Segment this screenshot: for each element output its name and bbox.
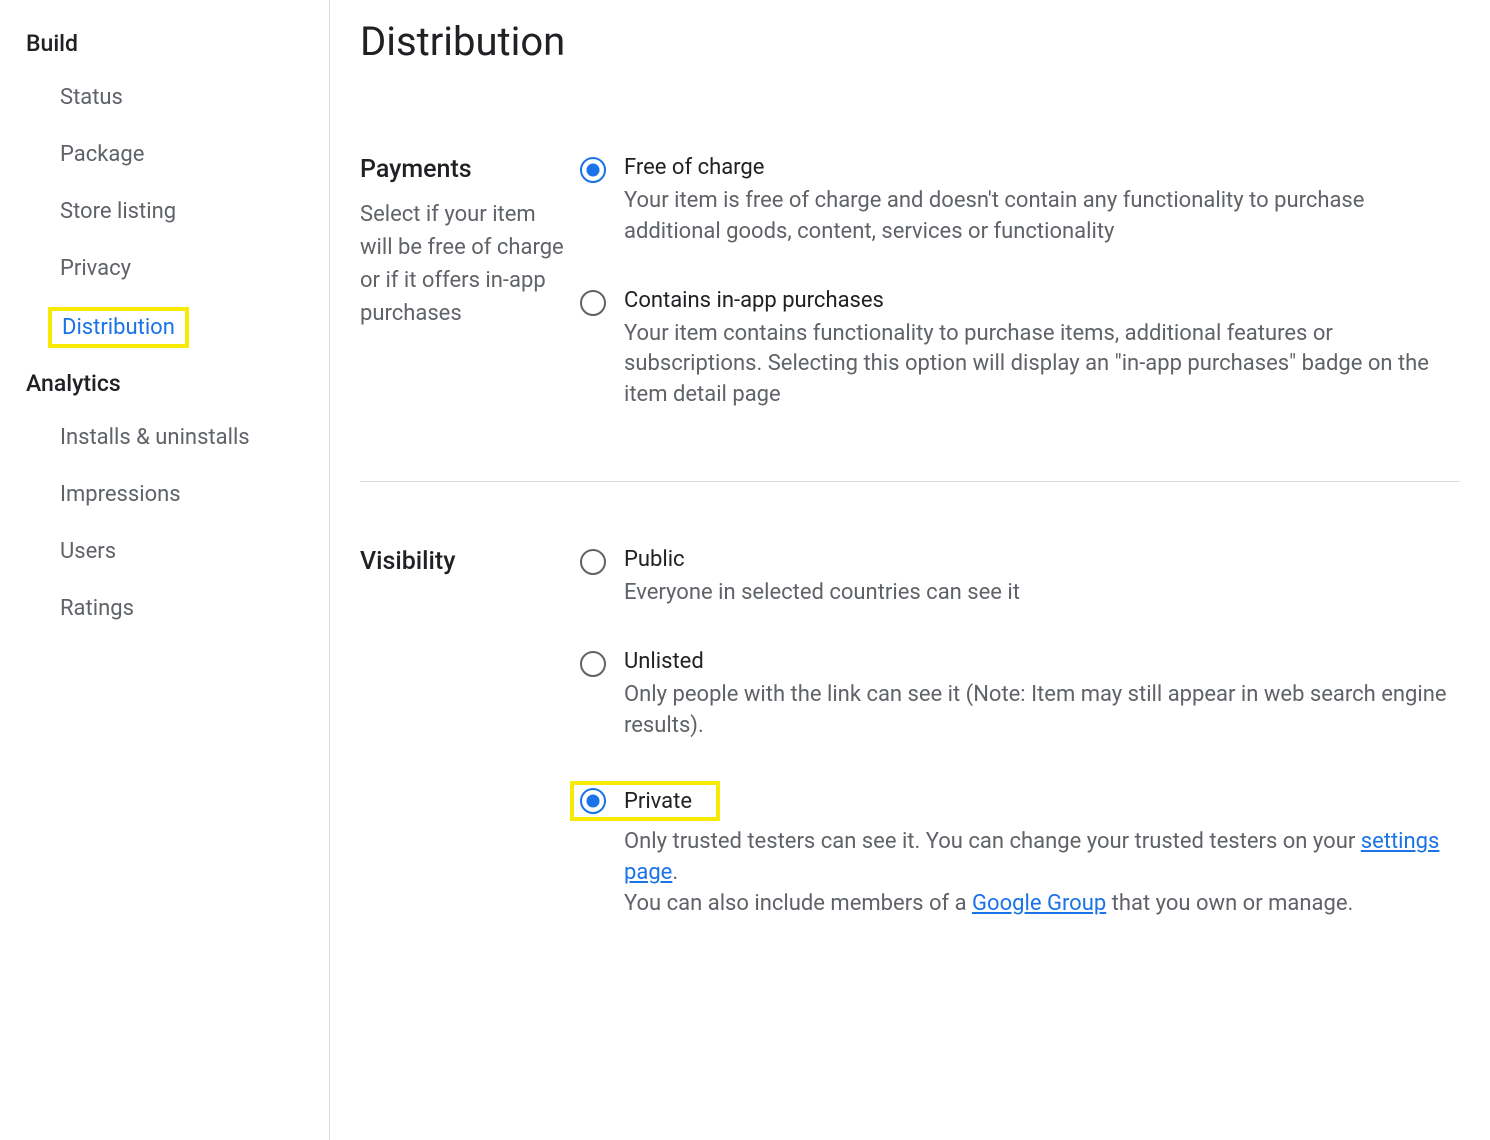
page-title: Distribution: [360, 18, 1460, 65]
radio-public[interactable]: [580, 549, 606, 575]
highlight-private: Private: [570, 781, 720, 821]
radio-private[interactable]: [580, 788, 606, 814]
visibility-title: Visibility: [360, 547, 570, 576]
option-content-unlisted: Unlisted Only people with the link can s…: [624, 649, 1460, 742]
google-group-link[interactable]: Google Group: [972, 891, 1106, 916]
private-desc-line2-pre: You can also include members of a: [624, 891, 972, 916]
option-desc-public: Everyone in selected countries can see i…: [624, 578, 1460, 609]
section-payments-left: Payments Select if your item will be fre…: [360, 155, 580, 411]
sidebar-item-status[interactable]: Status: [20, 69, 319, 126]
sidebar-item-impressions[interactable]: Impressions: [20, 466, 319, 523]
radio-free[interactable]: [580, 157, 606, 183]
visibility-option-public[interactable]: Public Everyone in selected countries ca…: [580, 547, 1460, 609]
sidebar-item-package[interactable]: Package: [20, 126, 319, 183]
visibility-option-private[interactable]: Private Only trusted testers can see it.…: [580, 781, 1460, 919]
sidebar: Build Status Package Store listing Priva…: [0, 0, 330, 1140]
main-content: Distribution Payments Select if your ite…: [330, 0, 1490, 1140]
section-visibility: Visibility Public Everyone in selected c…: [360, 481, 1460, 990]
sidebar-item-ratings[interactable]: Ratings: [20, 580, 319, 637]
sidebar-item-privacy[interactable]: Privacy: [20, 240, 319, 297]
option-content-free: Free of charge Your item is free of char…: [624, 155, 1460, 248]
option-label-public: Public: [624, 547, 1460, 572]
private-desc-mid: .: [672, 860, 678, 885]
option-desc-unlisted: Only people with the link can see it (No…: [624, 680, 1460, 742]
payments-option-free[interactable]: Free of charge Your item is free of char…: [580, 155, 1460, 248]
radio-iap[interactable]: [580, 290, 606, 316]
private-desc-line2-post: that you own or manage.: [1106, 891, 1353, 916]
option-label-unlisted: Unlisted: [624, 649, 1460, 674]
option-label-private: Private: [624, 789, 692, 814]
sidebar-item-users[interactable]: Users: [20, 523, 319, 580]
option-desc-iap: Your item contains functionality to purc…: [624, 319, 1460, 411]
option-content-iap: Contains in-app purchases Your item cont…: [624, 288, 1460, 411]
section-visibility-right: Public Everyone in selected countries ca…: [580, 547, 1460, 920]
payments-subtitle: Select if your item will be free of char…: [360, 198, 570, 330]
private-desc-pre: Only trusted testers can see it. You can…: [624, 829, 1361, 854]
section-payments-right: Free of charge Your item is free of char…: [580, 155, 1460, 411]
option-desc-free: Your item is free of charge and doesn't …: [624, 186, 1460, 248]
option-content-public: Public Everyone in selected countries ca…: [624, 547, 1460, 609]
sidebar-item-store-listing[interactable]: Store listing: [20, 183, 319, 240]
option-desc-private: Only trusted testers can see it. You can…: [624, 827, 1460, 919]
payments-option-iap[interactable]: Contains in-app purchases Your item cont…: [580, 288, 1460, 411]
payments-title: Payments: [360, 155, 570, 184]
option-label-free: Free of charge: [624, 155, 1460, 180]
nav-section-build: Build: [20, 18, 319, 69]
visibility-option-unlisted[interactable]: Unlisted Only people with the link can s…: [580, 649, 1460, 742]
option-label-iap: Contains in-app purchases: [624, 288, 1460, 313]
section-payments: Payments Select if your item will be fre…: [360, 145, 1460, 481]
sidebar-item-installs[interactable]: Installs & uninstalls: [20, 409, 319, 466]
nav-section-analytics: Analytics: [20, 358, 319, 409]
radio-unlisted[interactable]: [580, 651, 606, 677]
section-visibility-left: Visibility: [360, 547, 580, 920]
sidebar-item-distribution[interactable]: Distribution: [48, 307, 189, 348]
